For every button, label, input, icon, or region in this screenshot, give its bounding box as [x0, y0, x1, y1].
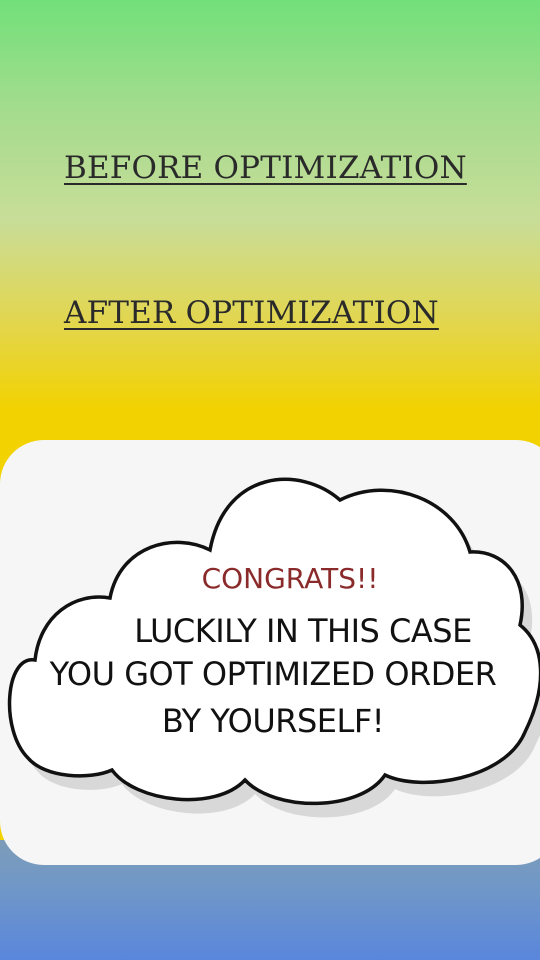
- message-line-3: BY YOURSELF!: [161, 702, 385, 740]
- before-optimization-link[interactable]: BEFORE OPTIMIZATION: [64, 150, 467, 186]
- speech-cloud: [7, 477, 540, 818]
- message-line-1: LUCKILY IN THIS CASE: [134, 612, 472, 650]
- congrats-title: CONGRATS!!: [201, 562, 379, 595]
- after-optimization-link[interactable]: AFTER OPTIMIZATION: [64, 295, 439, 331]
- message-line-2: YOU GOT OPTIMIZED ORDER: [49, 655, 497, 693]
